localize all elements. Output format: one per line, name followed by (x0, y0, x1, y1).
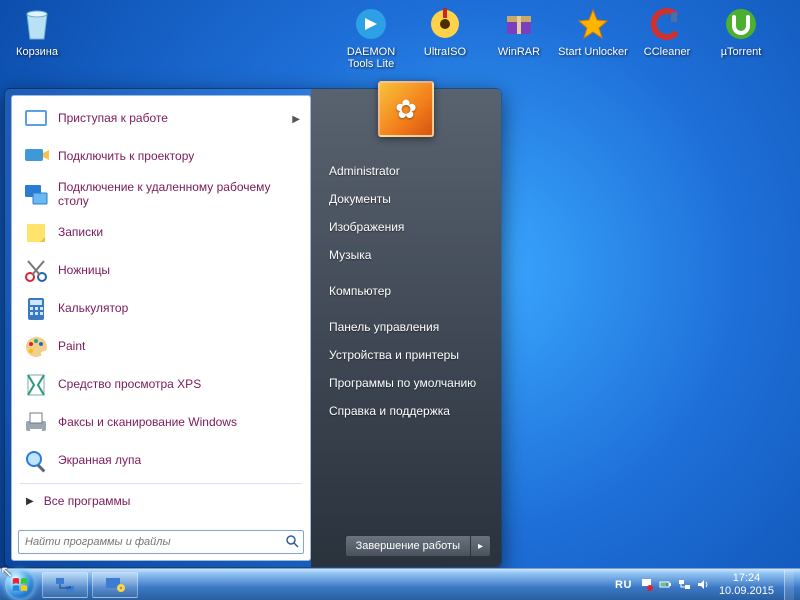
start-menu-right-pane: Administrator Документы Изображения Музы… (311, 89, 501, 567)
search-wrap (12, 524, 310, 560)
right-link-control-panel[interactable]: Панель управления (323, 313, 489, 341)
desktop-icon-label: UltraISO (408, 46, 482, 58)
clock-time: 17:24 (719, 572, 774, 584)
start-menu-program-list: Приступая к работе ▶ Подключить к проект… (12, 96, 310, 524)
program-label: Средство просмотра XPS (58, 378, 300, 392)
desktop-icon-label: Start Unlocker (556, 46, 630, 58)
desktop-icon-label: DAEMON Tools Lite (334, 46, 408, 70)
network-icon (54, 576, 76, 594)
program-label: Экранная лупа (58, 454, 300, 468)
program-paint[interactable]: Paint (14, 328, 308, 366)
start-menu: Приступая к работе ▶ Подключить к проект… (4, 88, 502, 568)
user-avatar[interactable] (378, 81, 434, 137)
right-link-pictures[interactable]: Изображения (323, 213, 489, 241)
paint-palette-icon (22, 333, 50, 361)
start-button[interactable] (0, 569, 40, 600)
program-fax-scan[interactable]: Факсы и сканирование Windows (14, 404, 308, 442)
program-magnifier[interactable]: Экранная лупа (14, 442, 308, 480)
right-link-help-support[interactable]: Справка и поддержка (323, 397, 489, 425)
desktop-icon-label: CCleaner (630, 46, 704, 58)
projector-icon (22, 143, 50, 171)
program-label: Paint (58, 340, 300, 354)
daemon-tools-icon (351, 4, 391, 44)
right-link-default-programs[interactable]: Программы по умолчанию (323, 369, 489, 397)
program-label: Факсы и сканирование Windows (58, 416, 300, 430)
desktop-icon-daemon-tools[interactable]: DAEMON Tools Lite (334, 4, 408, 70)
desktop-icon-recycle-bin[interactable]: Корзина (0, 4, 74, 70)
search-icon (281, 534, 303, 551)
desktop-icon-winrar[interactable]: WinRAR (482, 4, 556, 70)
calculator-icon (22, 295, 50, 323)
desktop-icon-label: Корзина (0, 46, 74, 58)
right-link-computer[interactable]: Компьютер (323, 277, 489, 305)
program-label: Подключение к удаленному рабочему столу (58, 181, 300, 209)
right-link-devices-printers[interactable]: Устройства и принтеры (323, 341, 489, 369)
desktop-icon-utorrent[interactable]: µTorrent (704, 4, 778, 70)
program-getting-started[interactable]: Приступая к работе ▶ (14, 100, 308, 138)
monitor-disc-icon (104, 576, 126, 594)
xps-viewer-icon (22, 371, 50, 399)
program-label: Приступая к работе (58, 112, 284, 126)
search-box[interactable] (18, 530, 304, 554)
taskbar-pinned-network[interactable] (42, 572, 88, 598)
clock-date: 10.09.2015 (719, 585, 774, 597)
sticky-notes-icon (22, 219, 50, 247)
separator (20, 483, 302, 484)
shutdown-row: Завершение работы ▸ (345, 535, 491, 557)
system-tray: RU 17:24 10.09.2015 (615, 570, 800, 600)
right-link-documents[interactable]: Документы (323, 185, 489, 213)
program-calculator[interactable]: Калькулятор (14, 290, 308, 328)
shutdown-button[interactable]: Завершение работы (345, 535, 471, 557)
scissors-icon (22, 257, 50, 285)
getting-started-icon (22, 105, 50, 133)
windows-logo-icon (5, 570, 35, 600)
program-label: Подключить к проектору (58, 150, 300, 164)
desktop[interactable]: Корзина DAEMON Tools Lite UltraISO WinRA… (0, 0, 800, 600)
program-sticky-notes[interactable]: Записки (14, 214, 308, 252)
all-programs[interactable]: ▶ Все программы (14, 487, 308, 515)
program-snipping-tool[interactable]: Ножницы (14, 252, 308, 290)
search-input[interactable] (19, 536, 281, 548)
magnifier-icon (22, 447, 50, 475)
taskbar-clock[interactable]: 17:24 10.09.2015 (719, 572, 774, 596)
utorrent-icon (721, 4, 761, 44)
right-link-music[interactable]: Музыка (323, 241, 489, 269)
language-indicator[interactable]: RU (615, 579, 632, 591)
desktop-icon-start-unlocker[interactable]: Start Unlocker (556, 4, 630, 70)
recycle-bin-icon (17, 4, 57, 44)
tray-volume-icon[interactable] (697, 578, 711, 592)
winrar-icon (499, 4, 539, 44)
ccleaner-icon (647, 4, 687, 44)
desktop-icon-ultraiso[interactable]: UltraISO (408, 4, 482, 70)
program-xps-viewer[interactable]: Средство просмотра XPS (14, 366, 308, 404)
all-programs-label: Все программы (44, 494, 131, 508)
shutdown-options-button[interactable]: ▸ (471, 535, 491, 557)
right-link-administrator[interactable]: Administrator (323, 157, 489, 185)
desktop-icon-ccleaner[interactable]: CCleaner (630, 4, 704, 70)
program-remote-desktop[interactable]: Подключение к удаленному рабочему столу (14, 176, 308, 214)
remote-desktop-icon (22, 181, 50, 209)
tray-network-icon[interactable] (678, 578, 692, 592)
start-menu-left-pane: Приступая к работе ▶ Подключить к проект… (11, 95, 311, 561)
program-label: Калькулятор (58, 302, 300, 316)
desktop-icons-row: Корзина DAEMON Tools Lite UltraISO WinRA… (0, 4, 800, 70)
tray-action-center-icon[interactable] (640, 578, 654, 592)
desktop-icon-label: WinRAR (482, 46, 556, 58)
submenu-arrow-icon: ▶ (292, 114, 300, 125)
fax-scan-icon (22, 409, 50, 437)
taskbar-pinned-media[interactable] (92, 572, 138, 598)
start-unlocker-icon (573, 4, 613, 44)
program-label: Ножницы (58, 264, 300, 278)
ultraiso-icon (425, 4, 465, 44)
tray-power-icon[interactable] (659, 578, 673, 592)
all-programs-arrow-icon: ▶ (26, 496, 34, 507)
program-connect-projector[interactable]: Подключить к проектору (14, 138, 308, 176)
taskbar: RU 17:24 10.09.2015 (0, 568, 800, 600)
show-desktop-button[interactable] (784, 570, 794, 600)
program-label: Записки (58, 226, 300, 240)
desktop-icon-label: µTorrent (704, 46, 778, 58)
